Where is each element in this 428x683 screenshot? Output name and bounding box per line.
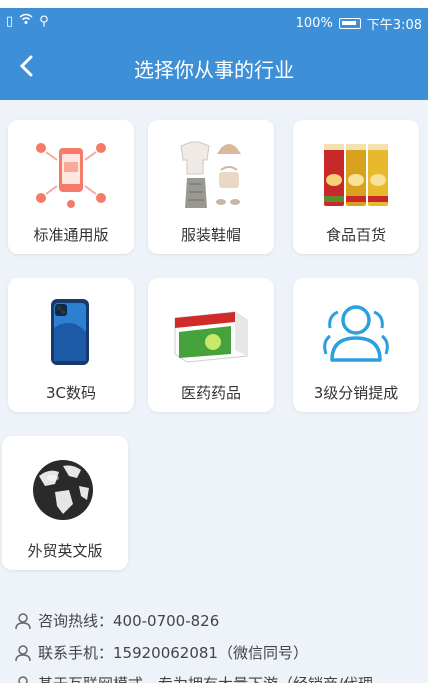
status-icons-left: ▯ ⚲: [6, 13, 49, 29]
industry-card-label: 标准通用版: [33, 226, 109, 244]
industry-card-label: 服装鞋帽: [180, 226, 241, 244]
user-icon: [15, 612, 31, 629]
industry-card-label: 医药药品: [180, 384, 241, 402]
battery-percent: 100%: [295, 16, 333, 31]
industry-card-food[interactable]: 食品百货: [293, 120, 419, 254]
status-bar: ▯ ⚲ 100% 下午3:08: [0, 0, 428, 36]
industry-card-label: 3C数码: [45, 384, 97, 402]
contact-text: 联系手机：15920062081（微信同号）: [38, 644, 308, 662]
contact-mobile: 联系手机：15920062081（微信同号）: [14, 642, 308, 663]
sim-icon: ▯: [6, 13, 14, 29]
status-icons-right: 100% 下午3:08: [296, 14, 422, 33]
industry-card-medicine[interactable]: 医药药品: [148, 278, 274, 412]
contact-hotline: 咨询热线：400-0700-826: [14, 610, 219, 631]
header-bar: 选择你从事的行业: [0, 36, 428, 100]
industry-card-clothing[interactable]: 服装鞋帽: [148, 120, 274, 254]
industry-card-digital[interactable]: 3C数码: [8, 278, 134, 412]
contact-description: 基于互联网模式，专为拥有大量下游（经销商/代理: [14, 673, 373, 683]
industry-card-distribution[interactable]: 3级分销提成: [293, 278, 419, 412]
people-network-phone-icon: [31, 140, 111, 210]
contact-text: 咨询热线：400-0700-826: [38, 612, 220, 630]
usb-icon: ⚲: [39, 13, 49, 29]
battery-icon: [338, 18, 361, 29]
user-icon: [18, 675, 28, 683]
clothing-items-icon: [171, 140, 251, 210]
industry-card-label: 3级分销提成: [313, 384, 399, 402]
status-bar-bg: ▯ ⚲ 100% 下午3:08: [0, 8, 428, 36]
industry-card-general[interactable]: 标准通用版: [8, 120, 134, 254]
user-group-icon: [316, 298, 396, 368]
clock: 下午3:08: [366, 18, 422, 33]
industry-card-label: 食品百货: [325, 226, 386, 244]
industry-card-label: 外贸英文版: [27, 542, 103, 560]
globe-icon: [25, 456, 105, 526]
user-icon: [15, 644, 31, 661]
industry-card-foreign-trade[interactable]: 外贸英文版: [2, 436, 128, 570]
contact-text: 基于互联网模式，专为拥有大量下游（经销商/代理: [38, 673, 373, 683]
medicine-box-icon: [171, 298, 251, 368]
page-title: 选择你从事的行业: [134, 58, 294, 82]
smartphone-icon: [31, 298, 111, 368]
snack-cans-icon: [316, 140, 396, 210]
wifi-icon: [19, 13, 33, 29]
